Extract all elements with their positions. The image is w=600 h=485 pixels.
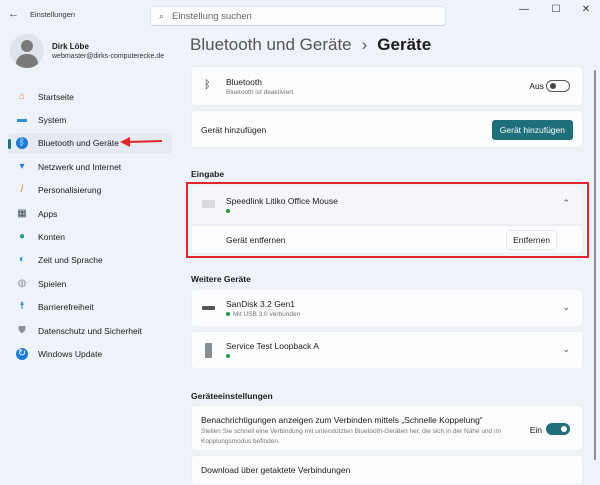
bluetooth-icon: ᛒ: [16, 137, 28, 150]
section-heading-input: Eingabe: [191, 169, 225, 179]
active-indicator: [8, 138, 11, 149]
metered-title: Download über getaktete Verbindungen: [201, 465, 351, 475]
minimize-button[interactable]: —: [510, 2, 538, 18]
red-arrow-annotation: [120, 137, 163, 147]
sidebar-item-startseite[interactable]: ⌂ Startseite: [8, 86, 172, 107]
section-heading-other: Weitere Geräte: [191, 274, 251, 284]
mouse-icon: [202, 200, 215, 208]
sidebar-item-personalisierung[interactable]: / Personalisierung: [8, 180, 172, 201]
gamepad-icon: ◍: [17, 277, 27, 289]
device-card-sandisk[interactable]: SanDisk 3.2 Gen1 Mit USB 3.0 verbunden ⌄: [191, 289, 583, 327]
sidebar-item-label: Spielen: [38, 278, 67, 289]
user-email: webmaster@dirks-computerecke.de: [52, 53, 165, 60]
shield-icon: ⛊: [18, 324, 26, 336]
sidebar-item-apps[interactable]: ▦ Apps: [8, 203, 172, 224]
device-name: Service Test Loopback A: [226, 341, 319, 351]
sidebar-item-label: Zeit und Sprache: [38, 255, 103, 266]
sidebar-item-label: System: [38, 114, 67, 125]
wifi-icon: ▾: [19, 160, 25, 172]
close-button[interactable]: ✕: [572, 2, 600, 18]
sidebar-item-label: Datenschutz und Sicherheit: [38, 325, 142, 336]
sidebar-item-netzwerk-und-internet[interactable]: ▾ Netzwerk und Internet: [8, 156, 172, 177]
sidebar-item-label: Bluetooth und Geräte: [38, 138, 119, 149]
apps-icon: ▦: [17, 207, 27, 219]
breadcrumb-separator: ›: [361, 35, 368, 54]
add-device-button[interactable]: Gerät hinzufügen: [491, 120, 573, 140]
search-placeholder: Einstellung suchen: [172, 10, 252, 22]
sidebar-item-spielen[interactable]: ◍ Spielen: [8, 273, 172, 294]
connected-dot: [226, 209, 230, 214]
system-icon: ▬: [17, 113, 27, 125]
search-icon: ⌕: [159, 10, 165, 21]
page-title: Geräte: [377, 35, 432, 54]
sidebar-item-label: Personalisierung: [38, 185, 102, 196]
remove-device-label: Gerät entfernen: [226, 235, 286, 245]
usb-drive-icon: [202, 306, 215, 310]
connected-dot: [226, 312, 230, 317]
sidebar-item-system[interactable]: ▬ System: [8, 109, 172, 130]
mouse-device-card[interactable]: Speedlink Litiko Office Mouse ⌃: [191, 185, 583, 225]
sidebar-item-label: Netzwerk und Internet: [38, 161, 122, 172]
breadcrumb: Bluetooth und Geräte › Geräte: [190, 35, 431, 55]
sidebar-item-label: Apps: [38, 208, 58, 219]
accessibility-icon: ☨: [19, 301, 25, 313]
avatar[interactable]: [10, 34, 44, 68]
device-generic-icon: [205, 343, 212, 358]
swift-pair-desc: Stellen Sie schnell eine Verbindung mit …: [201, 428, 501, 445]
chevron-down-icon[interactable]: ⌄: [562, 344, 570, 355]
swift-pair-state: Ein: [529, 425, 542, 435]
connected-dot: [226, 354, 230, 359]
app-title: Einstellungen: [30, 10, 76, 19]
breadcrumb-parent[interactable]: Bluetooth und Geräte: [190, 35, 352, 55]
update-icon: ↻: [16, 347, 28, 360]
swift-pair-toggle[interactable]: [546, 423, 570, 435]
add-device-card: Gerät hinzufügen Gerät hinzufügen: [191, 110, 583, 148]
bluetooth-state: Aus: [529, 81, 544, 91]
bluetooth-card: ᛒ Bluetooth Bluetooth ist deaktiviert. A…: [191, 66, 583, 106]
sidebar-item-label: Barrierefreiheit: [38, 302, 94, 313]
device-name: SanDisk 3.2 Gen1: [226, 299, 295, 309]
swift-pair-card: Benachrichtigungen anzeigen zum Verbinde…: [191, 405, 583, 451]
bluetooth-icon: ᛒ: [204, 79, 211, 91]
maximize-button[interactable]: ☐: [542, 2, 570, 18]
sidebar-item-datenschutz-und-sicherheit[interactable]: ⛊ Datenschutz und Sicherheit: [8, 320, 172, 341]
account-icon: ●: [18, 230, 26, 242]
device-status: Mit USB 3.0 verbunden: [233, 311, 301, 318]
brush-icon: /: [20, 184, 24, 196]
clock-globe-icon: ◐: [18, 254, 26, 266]
add-device-label: Gerät hinzufügen: [201, 125, 267, 135]
bluetooth-title: Bluetooth: [226, 77, 262, 87]
user-name: Dirk Löbe: [52, 42, 89, 51]
device-name: Speedlink Litiko Office Mouse: [226, 196, 338, 206]
sidebar-item-barrierefreiheit[interactable]: ☨ Barrierefreiheit: [8, 297, 172, 318]
remove-device-row: Gerät entfernen Entfernen: [191, 225, 583, 254]
back-button[interactable]: ←: [8, 8, 19, 20]
remove-button[interactable]: Entfernen: [506, 230, 557, 250]
search-input[interactable]: ⌕ Einstellung suchen: [150, 6, 446, 26]
device-card-loopback[interactable]: Service Test Loopback A ⌄: [191, 331, 583, 369]
metered-card: Download über getaktete Verbindungen: [191, 455, 583, 485]
bluetooth-toggle[interactable]: [546, 80, 570, 92]
section-heading-settings: Geräteeinstellungen: [191, 391, 273, 401]
scrollbar[interactable]: [594, 70, 596, 460]
sidebar-item-windows-update[interactable]: ↻ Windows Update: [8, 343, 172, 364]
swift-pair-title: Benachrichtigungen anzeigen zum Verbinde…: [201, 415, 483, 425]
chevron-up-icon[interactable]: ⌃: [562, 198, 570, 209]
sidebar-item-label: Startseite: [38, 91, 74, 102]
sidebar-item-label: Konten: [38, 231, 65, 242]
sidebar-item-zeit-und-sprache[interactable]: ◐ Zeit und Sprache: [8, 250, 172, 271]
chevron-down-icon[interactable]: ⌄: [562, 302, 570, 313]
sidebar-item-label: Windows Update: [38, 348, 103, 359]
sidebar-item-konten[interactable]: ● Konten: [8, 226, 172, 247]
home-icon: ⌂: [18, 90, 26, 102]
bluetooth-subtitle: Bluetooth ist deaktiviert.: [226, 89, 296, 96]
